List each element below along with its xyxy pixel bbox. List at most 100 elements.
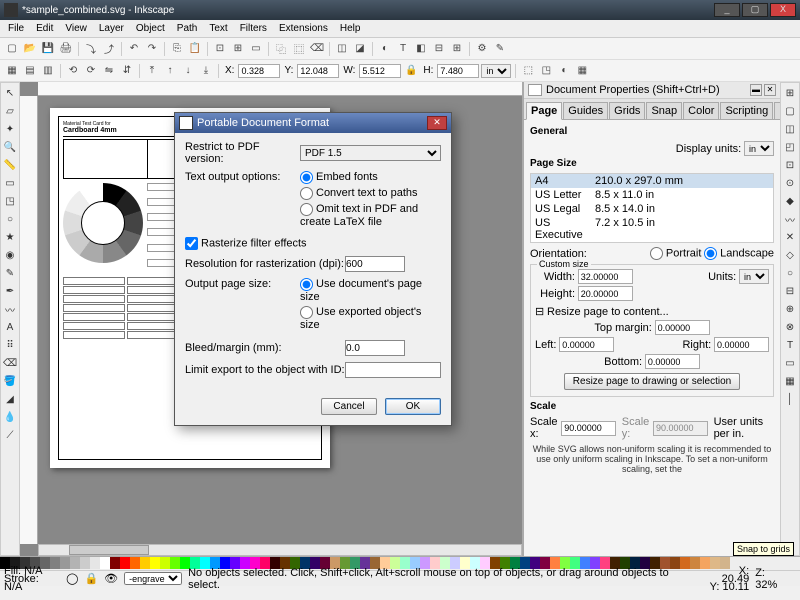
affect-gradient-icon[interactable]: ◐ [556,63,572,79]
ruler-vertical[interactable] [20,96,38,544]
docprops-close-button[interactable]: ✕ [764,84,776,96]
color-swatch[interactable] [170,557,180,569]
flip-h-icon[interactable]: ⇋ [101,63,117,79]
right-margin-input[interactable] [714,337,769,352]
window-maximize-button[interactable]: ▢ [742,3,768,17]
connector-tool-icon[interactable]: ⟋ [2,427,18,443]
tab-guides[interactable]: Guides [563,102,608,119]
zoom-fit-icon[interactable]: ⊡ [212,41,228,57]
ruler-horizontal[interactable] [38,82,522,96]
snap-midpoint-icon[interactable]: ⊡ [782,157,798,173]
snap-center-icon[interactable]: ⊙ [782,175,798,191]
portrait-radio[interactable]: Portrait [650,247,701,260]
tweak-tool-icon[interactable]: ✦ [2,121,18,137]
affect-corners-icon[interactable]: ◳ [538,63,554,79]
docprops-minimize-button[interactable]: ▬ [750,84,762,96]
width-input[interactable] [578,269,633,284]
flip-v-icon[interactable]: ⇵ [119,63,135,79]
zoom-page-icon[interactable]: ▭ [248,41,264,57]
dropper-tool-icon[interactable]: 💧 [2,409,18,425]
use-exported-size-radio[interactable]: Use exported object's size [300,306,441,331]
display-units-select[interactable]: in [744,141,774,156]
layer-select[interactable]: -engrave [124,572,182,585]
copy-icon[interactable]: ⎘ [169,41,185,57]
xml-icon[interactable]: ◧ [413,41,429,57]
snap-edge-icon[interactable]: ◫ [782,121,798,137]
resize-expander-icon[interactable]: ⊟ [535,305,544,318]
snap-intersect-icon[interactable]: ✕ [782,229,798,245]
3dbox-tool-icon[interactable]: ◳ [2,193,18,209]
color-swatch[interactable] [60,557,70,569]
star-tool-icon[interactable]: ★ [2,229,18,245]
landscape-radio[interactable]: Landscape [704,247,774,260]
window-minimize-button[interactable]: _ [714,3,740,17]
undo-icon[interactable]: ↶ [126,41,142,57]
w-input[interactable] [359,64,401,78]
tab-grids[interactable]: Grids [609,102,645,119]
select-all-icon[interactable]: ▦ [4,63,20,79]
snap-node-icon[interactable]: ◆ [782,193,798,209]
resolution-input[interactable] [345,256,405,272]
spiral-tool-icon[interactable]: ◉ [2,247,18,263]
export-icon[interactable]: ⤴ [101,41,117,57]
import-icon[interactable]: ⤵ [83,41,99,57]
raise-icon[interactable]: ↑ [162,63,178,79]
omit-latex-radio[interactable]: Omit text in PDF and create LaTeX file [300,203,441,228]
color-swatch[interactable] [90,557,100,569]
tab-color[interactable]: Color [683,102,719,119]
raise-top-icon[interactable]: ⤒ [144,63,160,79]
text-tool-icon[interactable]: A [2,319,18,335]
layer-visibility-icon[interactable]: 👁 [104,572,118,585]
color-swatch[interactable] [150,557,160,569]
x-input[interactable] [238,64,280,78]
resize-page-button[interactable]: Resize page to drawing or selection [564,373,740,390]
menu-layer[interactable]: Layer [93,21,130,36]
text-tool-icon[interactable]: T [395,41,411,57]
color-swatch[interactable] [120,557,130,569]
snap-guide-icon[interactable]: │ [782,391,798,407]
bucket-tool-icon[interactable]: 🪣 [2,373,18,389]
calligraphy-tool-icon[interactable]: 〰 [2,301,18,317]
menu-object[interactable]: Object [130,21,171,36]
paste-icon[interactable]: 📋 [187,41,203,57]
pen-tool-icon[interactable]: ✒ [2,283,18,299]
snap-smooth-icon[interactable]: ○ [782,265,798,281]
transform-icon[interactable]: ⊞ [449,41,465,57]
prefs-icon[interactable]: ⚙ [474,41,490,57]
menu-extensions[interactable]: Extensions [273,21,334,36]
color-swatch[interactable] [80,557,90,569]
print-icon[interactable]: 🖨 [58,41,74,57]
left-margin-input[interactable] [559,337,614,352]
ellipse-tool-icon[interactable]: ○ [2,211,18,227]
color-swatch[interactable] [130,557,140,569]
y-input[interactable] [297,64,339,78]
affect-pattern-icon[interactable]: ▦ [574,63,590,79]
snap-page-icon[interactable]: ▭ [782,355,798,371]
clone-icon[interactable]: ⿴ [291,41,307,57]
lower-icon[interactable]: ↓ [180,63,196,79]
unlink-icon[interactable]: ⌫ [309,41,325,57]
fillstroke-icon[interactable]: ◐ [377,41,393,57]
resize-expander-label[interactable]: Resize page to content... [547,306,669,318]
use-doc-size-radio[interactable]: Use document's page size [300,278,441,303]
menu-view[interactable]: View [59,21,93,36]
menu-file[interactable]: File [2,21,30,36]
color-swatch[interactable] [100,557,110,569]
open-icon[interactable]: 📂 [22,41,38,57]
tab-page[interactable]: Page [526,102,562,120]
customsize-units-select[interactable]: in [739,269,769,284]
snap-rotation-icon[interactable]: ⊗ [782,319,798,335]
node-tool-icon[interactable]: ▱ [2,103,18,119]
cancel-button[interactable]: Cancel [321,398,377,415]
color-swatch[interactable] [140,557,150,569]
rect-tool-icon[interactable]: ▭ [2,175,18,191]
snap-corner-icon[interactable]: ◰ [782,139,798,155]
eraser-tool-icon[interactable]: ⌫ [2,355,18,371]
convert-paths-radio[interactable]: Convert text to paths [300,187,441,200]
window-close-button[interactable]: X [770,3,796,17]
spray-tool-icon[interactable]: ⠿ [2,337,18,353]
menu-filters[interactable]: Filters [234,21,273,36]
unit-select[interactable]: in [481,64,511,78]
height-input[interactable] [578,286,633,301]
snap-grid-icon[interactable]: ▦ [782,373,798,389]
